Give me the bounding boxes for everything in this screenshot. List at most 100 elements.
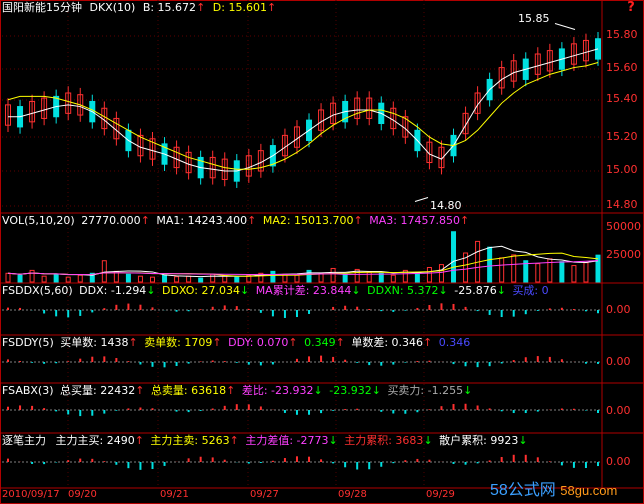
volume-ma5-line <box>7 245 599 278</box>
ddx-header: FSDDX(5,60) DDX: -1.294↓ DDXO: 27.034↓ M… <box>2 284 549 297</box>
volume-bar <box>77 274 83 283</box>
dkx-line <box>8 48 599 172</box>
vol-ma3: MA3: 17457.850 <box>369 214 460 227</box>
volume-bar <box>162 274 168 283</box>
vol-header: VOL(5,10,20) 27770.000↑ MA1: 14243.400↑ … <box>2 214 470 227</box>
y-tick-main-4: 15.20 <box>606 130 638 143</box>
volume-bar <box>101 260 107 283</box>
y-tick-main-3: 15.40 <box>606 92 638 105</box>
x-tick-2: 09/20 <box>68 489 97 500</box>
ddx-label: FSDDX(5,60) <box>2 284 73 297</box>
ddy-buy-count: 买单数: 1438 <box>60 336 129 349</box>
volume-bar <box>595 254 601 283</box>
volume-bar <box>125 273 131 283</box>
volume-bar <box>65 276 71 283</box>
main-force-sell: 主力主卖: 5263 <box>150 434 230 447</box>
volume-bar <box>41 275 47 283</box>
volume-bar <box>5 272 11 283</box>
main-force-retail: 散户累积: 9923 <box>439 434 519 447</box>
volume-bar <box>378 272 384 283</box>
volume-bar <box>583 262 589 283</box>
ddxo-value: DDXO: 27.034 <box>162 284 240 297</box>
y-tick-abx: 0.00 <box>606 404 631 417</box>
volume-bar <box>438 264 444 283</box>
volume-bar <box>149 276 155 283</box>
help-icon[interactable]: ? <box>622 0 640 16</box>
abx-header: FSABX(3) 总买量: 22432↑ 总卖量: 63618↑ 差比: -23… <box>2 384 473 397</box>
watermark-site: 58gu.com <box>560 483 618 498</box>
abx-label: FSABX(3) <box>2 384 54 397</box>
vol-value: 27770.000 <box>81 214 141 227</box>
volume-bar <box>318 272 324 283</box>
y-tick-vol-2: 25000 <box>606 248 641 261</box>
ddy-v4: 0.346 <box>438 336 471 349</box>
main-force-header: 逐笔主力 主力主买: 2490↑ 主力主卖: 5263↑ 主力差值: -2773… <box>2 434 528 447</box>
ddx-value: DDX: -1.294 <box>79 284 147 297</box>
x-tick-4: 09/27 <box>250 489 279 500</box>
dkx-label: DKX(10) <box>89 1 136 14</box>
abx-total-buy: 总买量: 22432 <box>60 384 136 397</box>
y-tick-main-2: 15.60 <box>606 61 638 74</box>
abx-total-sell: 总卖量: 63618 <box>150 384 227 397</box>
stock-title: 国阳新能15分钟 <box>2 1 82 14</box>
x-tick-5: 09/28 <box>338 489 367 500</box>
volume-bar <box>174 276 180 283</box>
vol-label: VOL(5,10,20) <box>2 214 75 227</box>
volume-bar <box>487 246 493 283</box>
y-tick-main-6: 14.80 <box>606 198 638 211</box>
y-tick-main-5: 15.00 <box>606 163 638 176</box>
main-force-diff: 主力差值: -2773 <box>245 434 329 447</box>
main-header: 国阳新能15分钟 DKX(10) B: 15.672↑ D: 15.601↑ <box>2 1 277 14</box>
main-force-label: 逐笔主力 <box>2 434 46 447</box>
watermark-brand: 58公式网 <box>490 482 556 499</box>
x-tick-3: 09/21 <box>160 489 189 500</box>
volume-bar <box>559 261 565 283</box>
volume-bar <box>53 273 59 283</box>
low-price-label: 14.80 <box>430 199 462 212</box>
volume-bar <box>137 275 143 283</box>
y-tick-main-force: 0.00 <box>606 455 631 468</box>
watermark: 58公式网 58gu.com <box>490 476 617 500</box>
y-tick-vol-1: 50000 <box>606 220 641 233</box>
ddy-label: FSDDY(5) <box>2 336 54 349</box>
volume-bar <box>426 267 432 283</box>
volume-bar <box>186 275 192 283</box>
volume-ma20-line <box>7 260 599 276</box>
volume-bar <box>390 274 396 283</box>
abx-force: 买卖力: -1.255 <box>387 384 464 397</box>
high-price-label: 15.85 <box>518 12 550 25</box>
volume-bar <box>210 273 216 283</box>
high-marker <box>554 22 576 30</box>
volume-bar <box>571 265 577 283</box>
x-tick-6: 09/29 <box>426 489 455 500</box>
volume-bar <box>451 231 457 283</box>
dkx-b-value: B: 15.672 <box>142 1 197 14</box>
main-force-accum: 主力累积: 3683 <box>344 434 424 447</box>
dkx-d-value: D: 15.601 <box>212 1 267 14</box>
volume-bar <box>270 270 276 283</box>
volume-bar <box>342 273 348 283</box>
madkx-line <box>7 61 599 170</box>
volume-bar <box>234 276 240 283</box>
ddy-value: DDY: 0.070 <box>228 336 289 349</box>
stock-chart-window: 国阳新能15分钟 DKX(10) B: 15.672↑ D: 15.601↑ ?… <box>0 0 644 504</box>
ddx-v2: -25.876 <box>454 284 497 297</box>
ddx-buy: 买成: 0 <box>512 284 549 297</box>
abx-v2: -23.932 <box>329 384 372 397</box>
vol-ma2: MA2: 15013.700 <box>262 214 354 227</box>
low-marker <box>414 197 429 202</box>
ddxn-value: DDXN: 5.372 <box>367 284 439 297</box>
vol-ma1: MA1: 14243.400 <box>156 214 248 227</box>
volume-bar <box>511 254 517 283</box>
volume-bar <box>29 269 35 283</box>
volume-bar <box>535 263 541 283</box>
ddy-v2: 0.349 <box>304 336 336 349</box>
y-tick-main-1: 15.80 <box>606 28 638 41</box>
chart-canvas <box>0 0 644 504</box>
ddy-diff: 单数差: 0.346 <box>351 336 424 349</box>
volume-bar <box>294 274 300 283</box>
y-tick-ddy: 0.00 <box>606 355 631 368</box>
volume-bar <box>306 269 312 283</box>
ddx-ma-value: MA累计差: 23.844 <box>255 284 352 297</box>
abx-ratio: 差比: -23.932 <box>241 384 314 397</box>
